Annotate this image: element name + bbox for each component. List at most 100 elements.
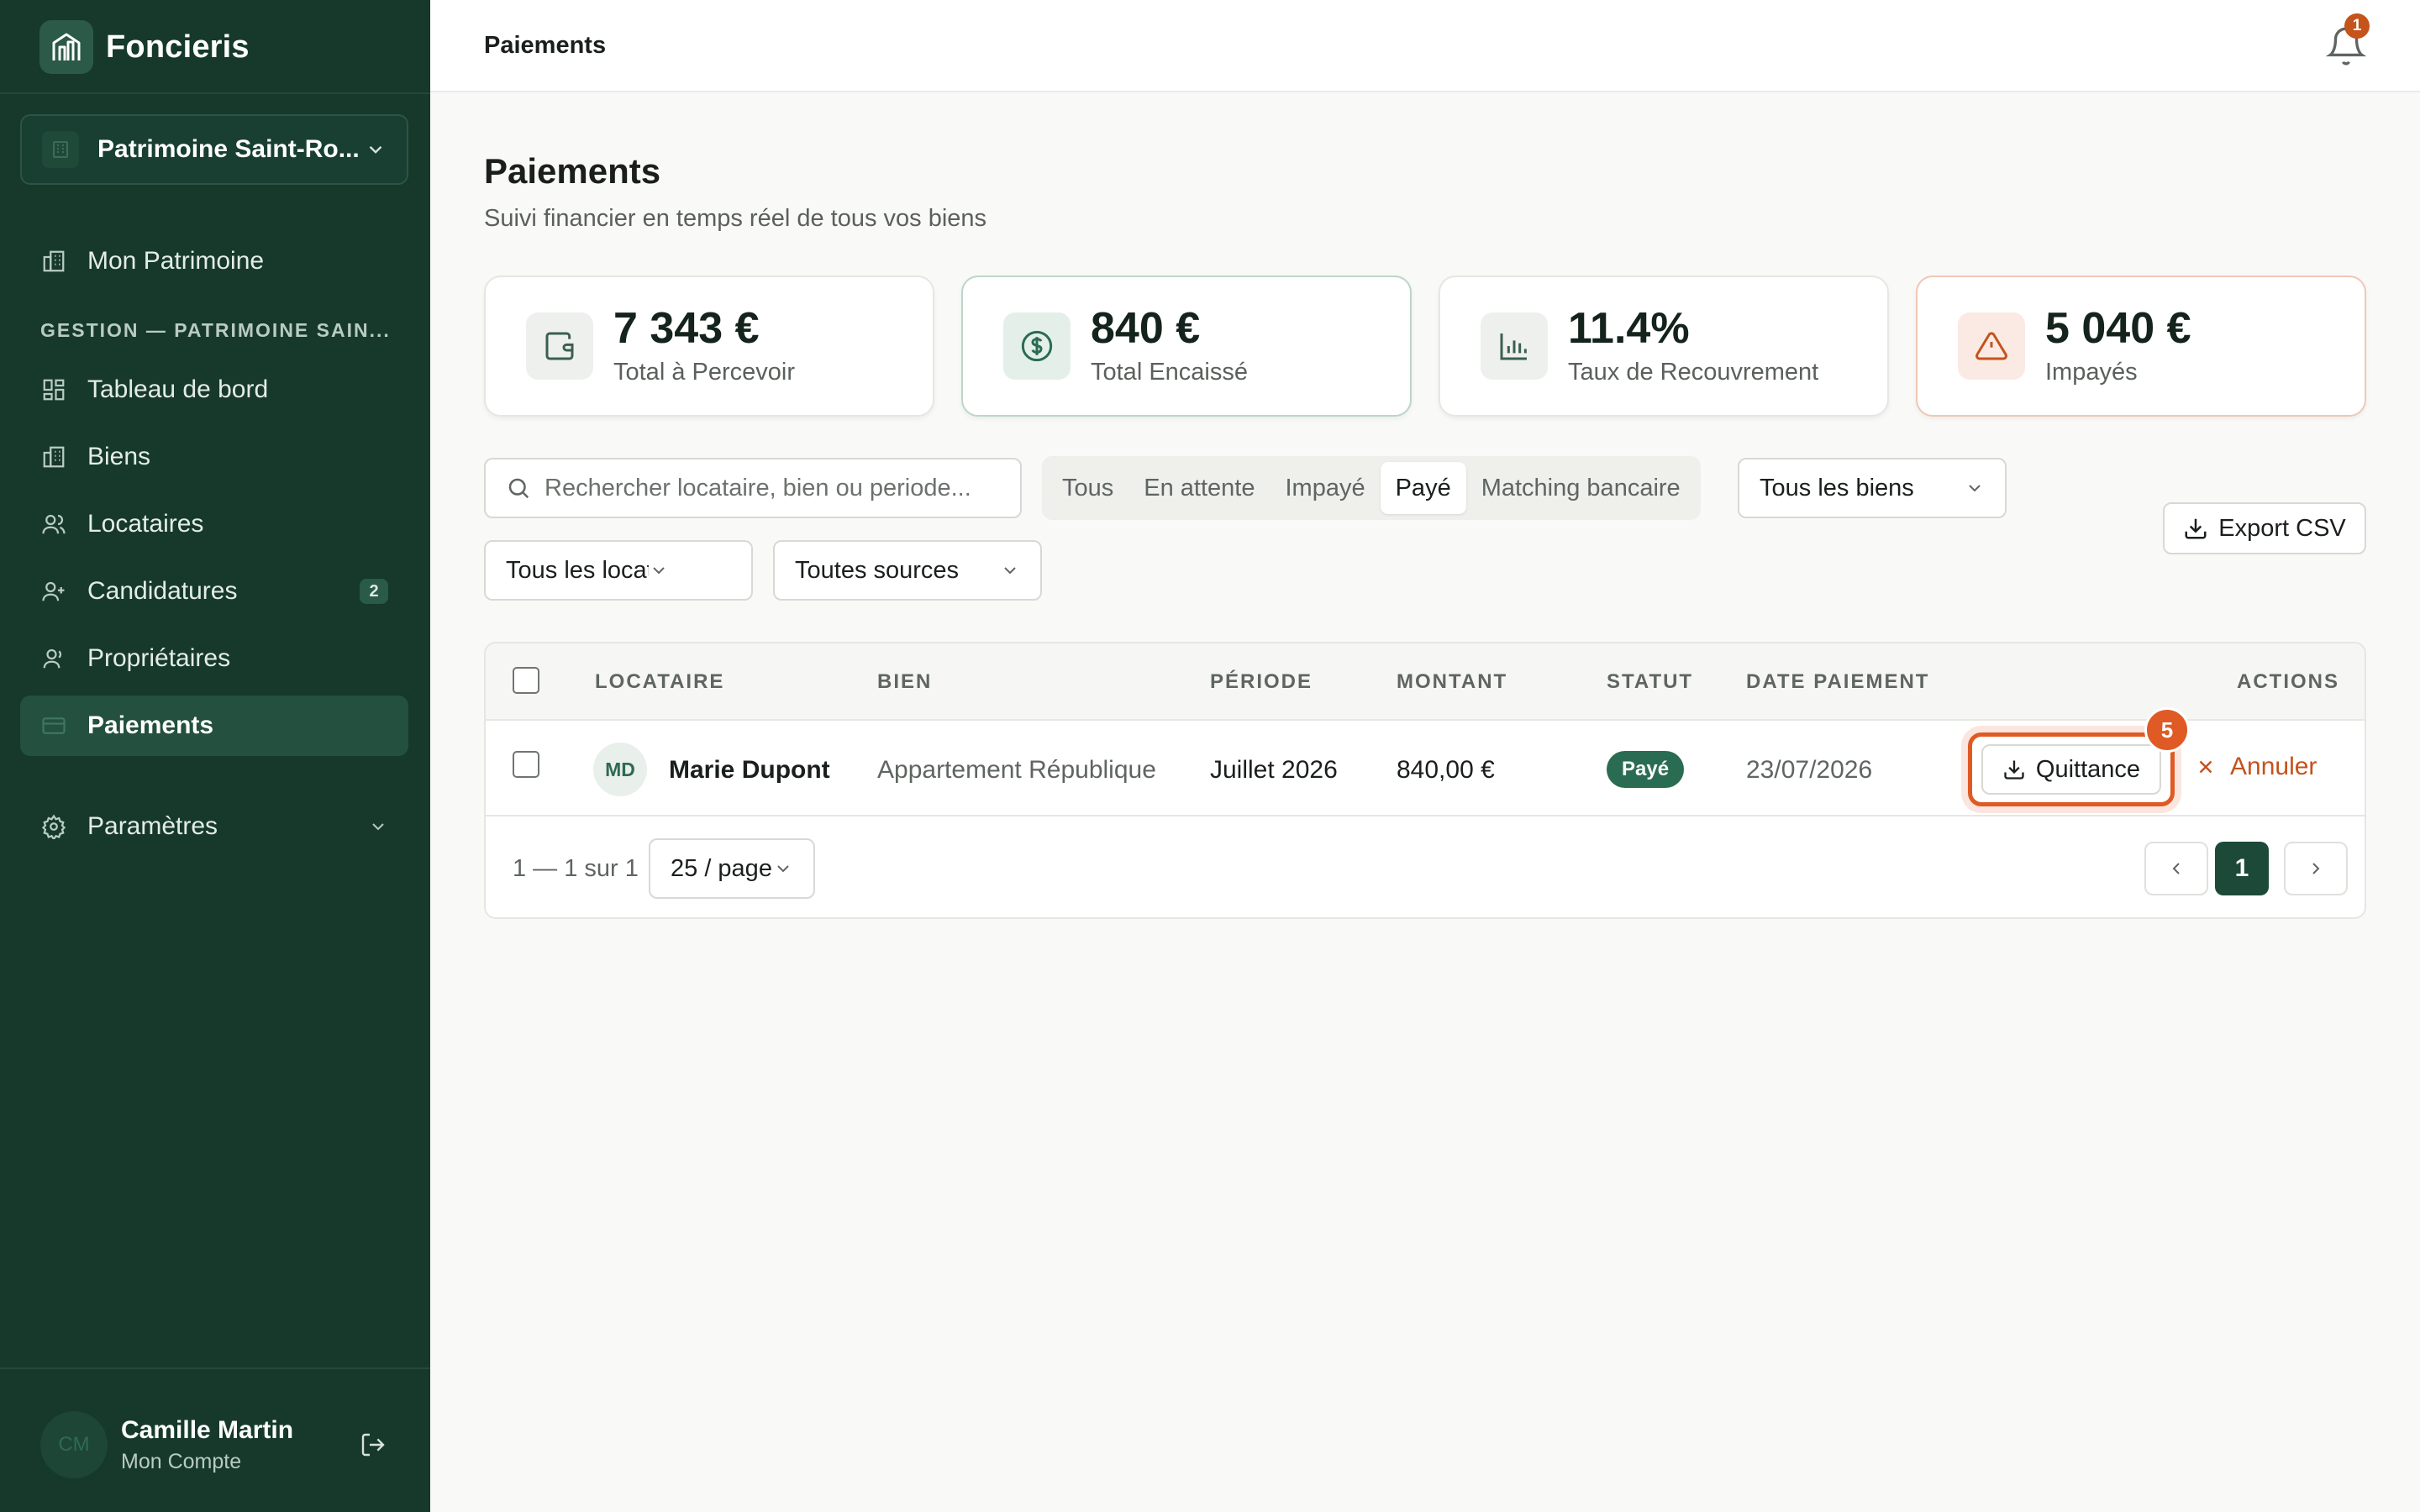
tab-en-attente[interactable]: En attente (1128, 462, 1270, 514)
gear-icon (40, 813, 67, 840)
tab-tous[interactable]: Tous (1047, 462, 1128, 514)
download-icon (2185, 518, 2207, 539)
annuler-button[interactable]: Annuler (2195, 753, 2317, 781)
tab-matching-bancaire[interactable]: Matching bancaire (1466, 462, 1696, 514)
amount: 840,00 € (1397, 756, 1495, 784)
search-box[interactable] (484, 458, 1022, 518)
sidebar-item-paiements[interactable]: Paiements (20, 696, 408, 756)
select-value: Tous les locataires (506, 556, 649, 584)
biens-filter-select[interactable]: Tous les biens (1738, 458, 2007, 518)
topbar: Paiements 1 (430, 0, 2420, 92)
quittance-button[interactable]: Quittance (1981, 744, 2161, 795)
stat-value: 5 040 € (2045, 303, 2191, 353)
table-header: LOCATAIRE BIEN PÉRIODE MONTANT STATUT DA… (486, 643, 2365, 721)
chevron-down-icon (777, 865, 789, 873)
payment-date: 23/07/2026 (1746, 756, 1873, 784)
stat-card-taux-de-recouvrement: 11.4% Taux de Recouvrement (1439, 276, 1889, 417)
select-value: 25 / page (671, 854, 772, 882)
breadcrumb: Paiements (484, 32, 607, 59)
tab-impaye[interactable]: Impayé (1270, 462, 1380, 514)
sources-filter-select[interactable]: Toutes sources (773, 540, 1042, 601)
sidebar-item-candidatures[interactable]: Candidatures 2 (20, 561, 408, 622)
sidebar-item-label: Propriétaires (87, 644, 231, 672)
export-csv-button[interactable]: Export CSV (2163, 502, 2366, 554)
row-checkbox[interactable] (513, 751, 539, 778)
chevron-down-icon (1004, 567, 1016, 575)
select-value: Toutes sources (795, 556, 960, 584)
column-header-statut[interactable]: STATUT (1607, 670, 1693, 694)
wallet-icon (526, 312, 593, 380)
pagination-range: 1 — 1 sur 1 (513, 855, 639, 882)
table-row: MD Marie Dupont Appartement République J… (486, 722, 2365, 816)
stat-value: 11.4% (1568, 303, 1690, 353)
sidebar-item-biens[interactable]: Biens (20, 427, 408, 487)
brand[interactable]: Foncieris (39, 20, 250, 74)
tab-paye[interactable]: Payé (1380, 462, 1466, 514)
foncieris-logo-icon (39, 20, 93, 74)
warning-icon (1958, 312, 2025, 380)
page-button-current[interactable]: 1 (2215, 842, 2269, 895)
building-icon (42, 131, 79, 168)
user-icon (40, 645, 67, 672)
annuler-label: Annuler (2230, 753, 2317, 780)
sidebar-item-mon-patrimoine[interactable]: Mon Patrimoine (20, 231, 408, 291)
building-icon (40, 248, 67, 275)
user-profile[interactable]: CM Camille Martin Mon Compte (40, 1411, 393, 1478)
credit-card-icon (40, 712, 67, 739)
sidebar-item-label: Paiements (87, 711, 214, 739)
building-icon (40, 444, 67, 470)
stat-card-total-encaisse: 840 € Total Encaissé (961, 276, 1412, 417)
property-name: Appartement République (877, 756, 1156, 784)
chevron-down-icon (372, 823, 384, 831)
period: Juillet 2026 (1210, 756, 1338, 784)
column-header-locataire[interactable]: LOCATAIRE (595, 670, 724, 694)
sidebar-item-label: Candidatures (87, 577, 238, 605)
sidebar-item-tableau-de-bord[interactable]: Tableau de bord (20, 360, 408, 420)
previous-page-button[interactable] (2144, 842, 2208, 895)
per-page-select[interactable]: 25 / page (649, 838, 815, 899)
logout-icon[interactable] (353, 1425, 393, 1465)
export-label: Export CSV (2218, 514, 2346, 542)
organization-name: Patrimoine Saint-Ro... (97, 135, 360, 163)
chevron-down-icon (369, 145, 382, 154)
sidebar-item-proprietaires[interactable]: Propriétaires (20, 628, 408, 689)
page-subtitle: Suivi financier en temps réel de tous vo… (484, 205, 987, 232)
tenant-name[interactable]: Marie Dupont (669, 756, 830, 785)
organization-selector[interactable]: Patrimoine Saint-Ro... (20, 114, 408, 185)
notification-badge: 1 (2344, 13, 2370, 39)
select-all-checkbox[interactable] (513, 667, 539, 694)
select-value: Tous les biens (1760, 474, 1914, 501)
chevron-right-icon (2312, 863, 2320, 874)
bar-chart-icon (1481, 312, 1548, 380)
payments-table: LOCATAIRE BIEN PÉRIODE MONTANT STATUT DA… (484, 642, 2366, 919)
sidebar-item-label: Tableau de bord (87, 375, 269, 403)
column-header-periode[interactable]: PÉRIODE (1210, 670, 1313, 694)
column-header-bien[interactable]: BIEN (877, 670, 932, 694)
dollar-circle-icon (1003, 312, 1071, 380)
search-input[interactable] (544, 474, 1015, 502)
column-header-montant[interactable]: MONTANT (1397, 670, 1507, 694)
dashboard-icon (40, 376, 67, 403)
stat-value: 840 € (1091, 303, 1201, 353)
column-header-date-paiement[interactable]: DATE PAIEMENT (1746, 670, 1929, 694)
sidebar-item-label: Mon Patrimoine (87, 247, 265, 275)
chevron-down-icon (1969, 485, 1981, 492)
sidebar-item-locataires[interactable]: Locataires (20, 494, 408, 554)
column-header-actions: ACTIONS (2237, 670, 2339, 693)
divider (0, 92, 430, 94)
user-subtitle: Mon Compte (121, 1449, 242, 1473)
page-title: Paiements (484, 151, 661, 191)
sidebar-item-label: Locataires (87, 510, 204, 538)
next-page-button[interactable] (2284, 842, 2348, 895)
stat-card-total-a-percevoir: 7 343 € Total à Percevoir (484, 276, 934, 417)
stat-card-impayes: 5 040 € Impayés (1916, 276, 2366, 417)
quittance-label: Quittance (2035, 755, 2141, 783)
download-icon (2004, 760, 2024, 780)
nav-section-label: GESTION — PATRIMOINE SAIN... (40, 319, 391, 341)
sidebar-item-parametres[interactable]: Paramètres (20, 796, 408, 857)
users-icon (40, 511, 67, 538)
sidebar-item-label: Paramètres (87, 812, 218, 840)
locataires-filter-select[interactable]: Tous les locataires (484, 540, 753, 601)
user-plus-icon (40, 578, 67, 605)
avatar: MD (593, 743, 647, 796)
